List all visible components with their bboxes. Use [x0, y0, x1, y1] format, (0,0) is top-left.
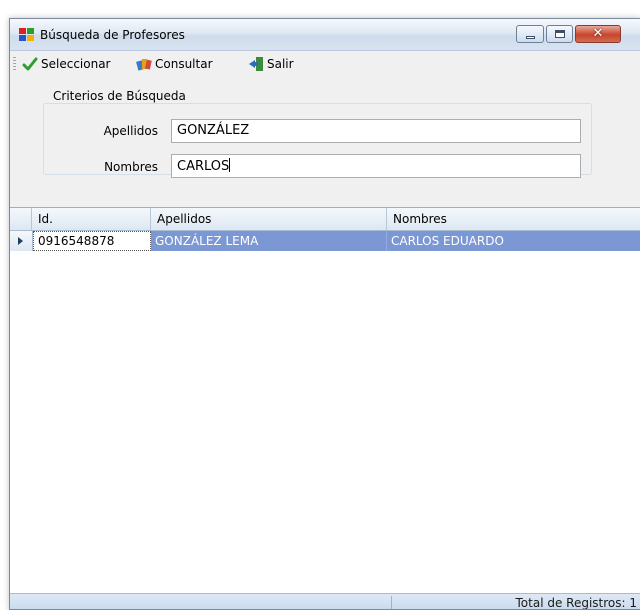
close-icon: ✕ — [592, 26, 604, 41]
nombres-input[interactable]: CARLOS — [171, 154, 581, 178]
grid-header: Id. Apellidos Nombres — [10, 208, 640, 231]
select-button-label: Seleccionar — [41, 57, 111, 71]
status-bar: Total de Registros: 1 — [10, 593, 640, 609]
app-icon — [19, 28, 35, 42]
toolbar-grip[interactable] — [13, 57, 16, 71]
select-button[interactable]: Seleccionar — [22, 55, 110, 73]
minimize-icon — [526, 36, 535, 39]
exit-button[interactable]: Salir — [248, 55, 294, 73]
exit-button-label: Salir — [267, 57, 294, 71]
consult-button[interactable]: Consultar — [136, 55, 213, 73]
cell-apellidos[interactable]: GONZÁLEZ LEMA — [151, 231, 387, 251]
text-caret — [229, 158, 231, 172]
exit-door-icon — [249, 57, 263, 71]
apellidos-input-value: GONZÁLEZ — [177, 123, 250, 138]
search-window: Búsqueda de Profesores ✕ Seleccionar Con… — [9, 18, 640, 610]
column-header-nombres[interactable]: Nombres — [387, 208, 640, 230]
row-header-corner — [10, 208, 32, 230]
minimize-button[interactable] — [516, 25, 544, 43]
apellidos-label: Apellidos — [103, 124, 158, 138]
checkmark-icon — [22, 57, 38, 71]
current-row-arrow-icon — [18, 237, 23, 245]
table-row[interactable]: 0916548878 GONZÁLEZ LEMA CARLOS EDUARDO — [10, 231, 640, 251]
window-title: Búsqueda de Profesores — [40, 28, 185, 42]
cell-id[interactable]: 0916548878 — [33, 231, 151, 251]
row-header[interactable] — [10, 231, 33, 251]
results-grid[interactable]: Id. Apellidos Nombres 0916548878 GONZÁLE… — [10, 207, 640, 594]
maximize-icon — [555, 30, 565, 38]
close-button[interactable]: ✕ — [575, 25, 621, 43]
cell-nombres[interactable]: CARLOS EDUARDO — [387, 231, 640, 251]
nombres-input-value: CARLOS — [177, 159, 230, 174]
title-bar[interactable]: Búsqueda de Profesores ✕ — [10, 19, 640, 51]
column-header-id[interactable]: Id. — [32, 208, 151, 230]
books-icon — [136, 59, 152, 71]
search-criteria-legend: Criterios de Búsqueda — [50, 89, 189, 103]
toolbar: Seleccionar Consultar Salir — [10, 51, 640, 77]
nombres-label: Nombres — [104, 160, 158, 174]
consult-button-label: Consultar — [155, 57, 213, 71]
maximize-button[interactable] — [546, 25, 573, 43]
column-header-apellidos[interactable]: Apellidos — [151, 208, 387, 230]
apellidos-input[interactable]: GONZÁLEZ — [171, 119, 581, 143]
